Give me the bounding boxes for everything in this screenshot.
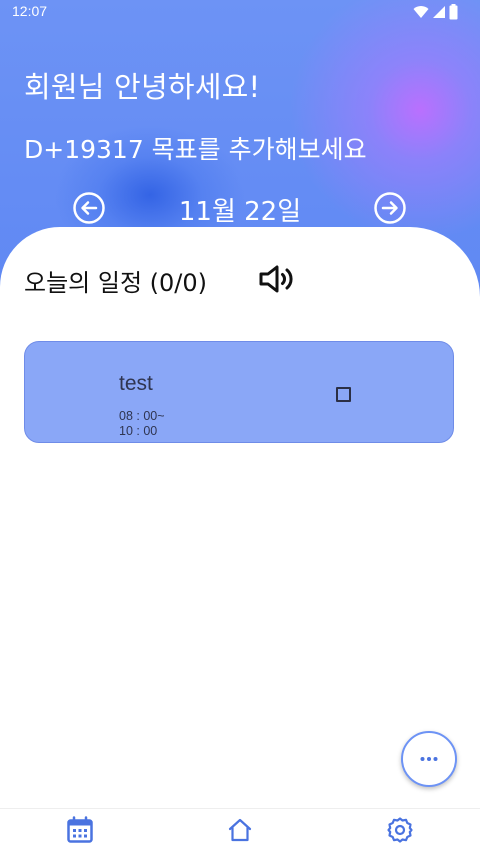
task-time: 08 : 00~ 10 : 00 (119, 409, 165, 439)
home-icon (228, 818, 252, 842)
task-title: test (119, 372, 153, 395)
arrow-left-circle-icon (73, 192, 105, 224)
speaker-volume-icon (259, 265, 293, 293)
calendar-icon (67, 816, 93, 843)
dday-goal-text[interactable]: D+19317 목표를 추가해보세요 (24, 130, 367, 166)
task-card[interactable]: test 08 : 00~ 10 : 00 (24, 341, 454, 443)
greeting-text: 회원님 안녕하세요! (24, 70, 261, 104)
status-bar: 12:07 (0, 0, 480, 24)
task-start-time: 08 : 00~ (119, 409, 165, 423)
speaker-button[interactable] (258, 263, 298, 295)
nav-calendar-button[interactable] (65, 815, 95, 845)
status-time: 12:07 (12, 3, 48, 19)
cellular-signal-icon (433, 6, 445, 18)
more-options-button[interactable] (401, 731, 457, 787)
arrow-right-circle-icon (374, 192, 406, 224)
previous-day-button[interactable] (72, 191, 106, 225)
wifi-icon (413, 6, 429, 19)
schedule-title: 오늘의 일정 (0/0) (24, 269, 208, 297)
next-day-button[interactable] (373, 191, 407, 225)
current-date: 11월 22일 (178, 197, 302, 227)
bottom-navigation (0, 808, 480, 855)
nav-settings-button[interactable] (385, 815, 415, 845)
nav-home-button[interactable] (225, 815, 255, 845)
task-checkbox[interactable] (336, 387, 351, 402)
settings-gear-icon (387, 817, 413, 843)
more-horizontal-icon (420, 757, 438, 761)
task-end-time: 10 : 00 (119, 424, 158, 438)
battery-icon (449, 4, 458, 20)
status-icons (413, 4, 458, 20)
